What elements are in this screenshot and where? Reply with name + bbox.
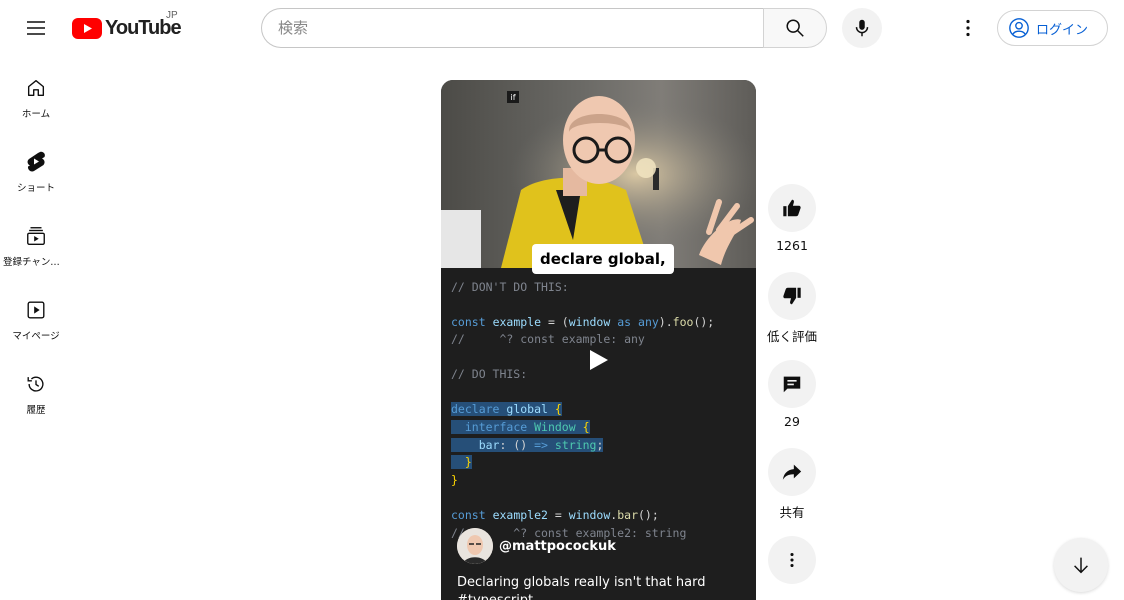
- guide-item-home[interactable]: ホーム: [0, 56, 72, 130]
- dislike-action: 低く評価: [766, 272, 818, 345]
- thumbs-up-icon: [783, 199, 801, 217]
- video-scene: if: [441, 80, 756, 268]
- dislike-button[interactable]: [768, 272, 816, 320]
- code-line: bar: () => string;: [451, 438, 604, 452]
- login-label: ログイン: [1036, 22, 1089, 38]
- comment-icon: [783, 376, 801, 393]
- code-line: }: [451, 455, 472, 469]
- share-button[interactable]: [768, 448, 816, 496]
- search-button[interactable]: [763, 8, 827, 48]
- channel-handle[interactable]: @mattpocockuk: [499, 539, 616, 554]
- shorts-icon: [24, 150, 48, 174]
- guide-item-label: 履歴: [26, 405, 46, 416]
- share-icon: [782, 464, 802, 480]
- comment-count: 29: [784, 414, 800, 429]
- more-actions-button[interactable]: [768, 536, 816, 584]
- subscriptions-icon: [24, 224, 48, 248]
- guide-item-label: マイページ: [12, 331, 60, 342]
- like-action: 1261: [766, 184, 818, 253]
- guide-item-subscriptions[interactable]: 登録チャンネル: [0, 204, 72, 278]
- more-action: [766, 536, 818, 584]
- guide-item-shorts[interactable]: ショート: [0, 130, 72, 204]
- search-box: [261, 8, 764, 48]
- guide-item-label: ホーム: [21, 109, 51, 120]
- home-icon: [24, 76, 48, 100]
- code-line: }: [451, 473, 458, 487]
- info-card-badge[interactable]: if: [507, 91, 519, 103]
- comment-action: 29: [766, 360, 818, 429]
- code-line: // ^? const example: any: [451, 332, 645, 346]
- search-input[interactable]: [278, 19, 764, 37]
- guide-item-you[interactable]: マイページ: [0, 278, 72, 352]
- you-icon: [24, 298, 48, 322]
- youtube-logo-icon: [72, 17, 102, 39]
- youtube-logo[interactable]: YouTube JP: [72, 10, 182, 42]
- settings-menu-button[interactable]: [948, 8, 988, 48]
- code-line: // DO THIS:: [451, 367, 528, 381]
- guide-item-history[interactable]: 履歴: [0, 352, 72, 426]
- history-icon: [24, 372, 48, 396]
- like-count: 1261: [776, 238, 808, 253]
- channel-info: @mattpocockuk: [457, 528, 616, 564]
- like-button[interactable]: [768, 184, 816, 232]
- masthead: YouTube JP ログイン: [0, 0, 1124, 56]
- comments-button[interactable]: [768, 360, 816, 408]
- guide-item-label: 登録チャンネル: [3, 257, 69, 268]
- video-title[interactable]: Declaring globals really isn't that hard…: [457, 574, 737, 600]
- microphone-icon: [855, 19, 869, 37]
- code-line: declare global {: [451, 402, 562, 416]
- hamburger-icon: [27, 21, 45, 35]
- share-label: 共有: [779, 505, 805, 520]
- code-line: interface Window {: [451, 420, 590, 434]
- thumbs-down-icon: [783, 287, 801, 305]
- mini-guide: ホーム ショート 登録チャンネル マイページ 履歴: [0, 56, 72, 426]
- voice-search-button[interactable]: [842, 8, 882, 48]
- arrow-down-icon: [1074, 557, 1088, 574]
- next-video-button[interactable]: [1054, 538, 1108, 592]
- search-icon: [786, 19, 804, 37]
- more-vert-icon: [790, 552, 794, 568]
- channel-avatar[interactable]: [457, 528, 493, 564]
- guide-item-label: ショート: [16, 183, 55, 194]
- share-action: 共有: [766, 448, 818, 521]
- code-line: // DON'T DO THIS:: [451, 280, 569, 294]
- presenter-image: [441, 80, 756, 268]
- code-line: const example = (window as any).foo();: [451, 315, 715, 329]
- code-line: const example2 = window.bar();: [451, 508, 659, 522]
- dislike-label: 低く評価: [766, 329, 817, 344]
- video-caption: declare global,: [532, 244, 674, 274]
- menu-button[interactable]: [16, 8, 56, 48]
- more-vert-icon: [966, 19, 970, 37]
- logo-country-code: JP: [166, 10, 178, 21]
- account-icon: [1009, 18, 1029, 38]
- play-icon[interactable]: [588, 348, 610, 376]
- login-button[interactable]: ログイン: [997, 10, 1108, 46]
- shorts-player[interactable]: if // DON'T DO THIS: const example = (wi…: [441, 80, 756, 600]
